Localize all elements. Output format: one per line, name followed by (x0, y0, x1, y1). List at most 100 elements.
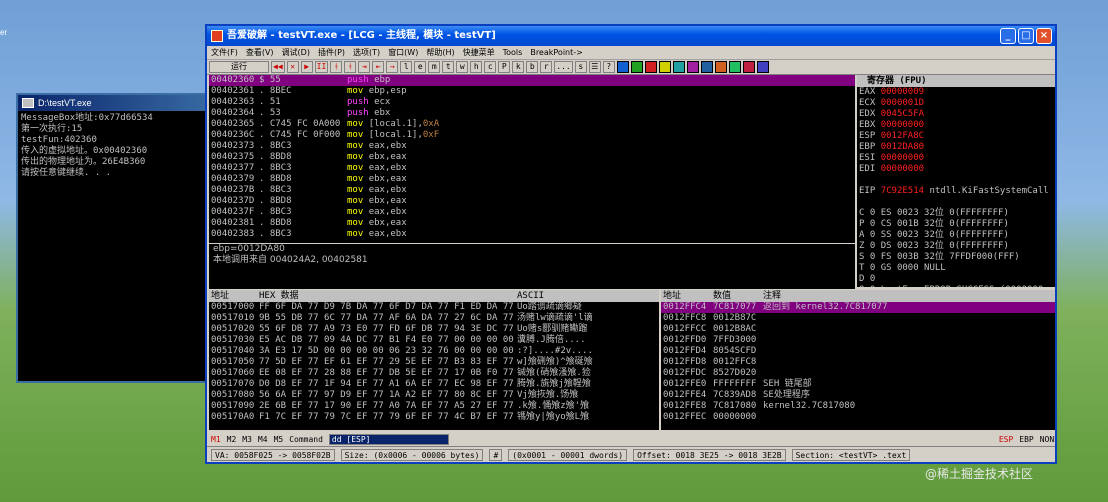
toolbar-button[interactable]: ᚼ (344, 61, 357, 73)
toolbar-button[interactable]: ◀◀ (271, 61, 285, 73)
toolbar-color-button[interactable] (714, 61, 727, 73)
toolbar-button[interactable]: ᚼ (330, 61, 343, 73)
toolbar-view-button[interactable]: t (442, 61, 455, 73)
close-button[interactable]: × (1036, 28, 1052, 44)
toolbar-color-button[interactable] (686, 61, 699, 73)
stack-mode-none[interactable]: NONE (1040, 435, 1055, 444)
minimize-button[interactable]: _ (1000, 28, 1016, 44)
toolbar-button[interactable]: ▶ (300, 61, 313, 73)
toolbar-view-button[interactable]: P (498, 61, 511, 73)
toolbar-button[interactable]: → (386, 61, 399, 73)
toolbar-view-button[interactable]: w (456, 61, 469, 73)
disasm-row[interactable]: 0040237F . 8BC3 mov eax,ebx (209, 207, 855, 218)
console-titlebar[interactable]: D:\testVT.exe (18, 95, 222, 111)
cpu-disassembly-pane[interactable]: 00402360 $ 55 push ebp 00402361 . 8BEC mov eb… (209, 75, 855, 243)
stack-row[interactable]: 0012FFD4 8054SCFD (661, 346, 1055, 357)
toolbar-color-button[interactable] (658, 61, 671, 73)
dump-row[interactable]: 00517060 EE 08 EF 77 28 88 EF 77 DB 5E EF… (209, 368, 659, 379)
disasm-row[interactable]: 00402373 . 8BC3 mov eax,ebx (209, 141, 855, 152)
register-row-eip[interactable]: EIP 7C92E514 ntdll.KiFastSystemCall (857, 186, 1055, 197)
toolbar-view-button[interactable]: k (512, 61, 525, 73)
stack-row[interactable]: 0012FFE0 FFFFFFFF SEH 链尾部 (661, 379, 1055, 390)
flag-row[interactable]: O 0 LastErr ERROR_SUCCESS (0000000 (857, 285, 1055, 287)
dump-tab-m1[interactable]: M1 (211, 435, 221, 444)
stack-row[interactable]: 0012FFDC 8527D020 (661, 368, 1055, 379)
register-row[interactable]: EDI 00000000 (857, 164, 1055, 175)
register-row[interactable]: EBX 00000000 (857, 120, 1055, 131)
flag-row[interactable]: C 0 ES 0023 32位 0(FFFFFFFF) (857, 208, 1055, 219)
menu-item[interactable]: 文件(F) (211, 47, 238, 58)
register-row[interactable]: EAX 00000009 (857, 87, 1055, 98)
debugger-titlebar[interactable]: 吾爱破解 - testVT.exe - [LCG - 主线程, 模块 - tes… (207, 26, 1055, 46)
toolbar-view-button[interactable]: e (414, 61, 427, 73)
stack-row[interactable]: 0012FFC4 7C817077 返回到 kernel32.7C817077 (661, 302, 1055, 313)
stack-row[interactable]: 0012FFEC 00000000 (661, 412, 1055, 423)
disasm-row[interactable]: 00402379 . 8BD8 mov ebx,eax (209, 174, 855, 185)
disasm-row[interactable]: 0040237D . 8BD8 mov ebx,eax (209, 196, 855, 207)
menu-item[interactable]: 插件(P) (318, 47, 345, 58)
toolbar-button[interactable]: II (314, 61, 329, 73)
dump-row[interactable]: 00517080 56 6A EF 77 97 D9 EF 77 1A A2 EF… (209, 390, 659, 401)
register-row[interactable]: EBP 0012DA80 (857, 142, 1055, 153)
toolbar-button[interactable]: ⇤ (372, 61, 385, 73)
toolbar-color-button[interactable] (672, 61, 685, 73)
disasm-row[interactable]: 00402361 . 8BEC mov ebp,esp (209, 86, 855, 97)
stack-mode-esp[interactable]: ESP (999, 435, 1013, 444)
toolbar-view-button[interactable]: b (526, 61, 539, 73)
toolbar-view-button[interactable]: r (540, 61, 553, 73)
registers-pane[interactable]: 寄存器 (FPU) EAX 00000009 ECX 0000001D EDX 00… (857, 75, 1055, 287)
stack-pane[interactable]: 地址 数值 注释 0012FFC4 7C817077 返回到 kernel32.7C… (661, 290, 1055, 430)
toolbar-view-button[interactable]: s (574, 61, 587, 73)
command-input[interactable]: dd [ESP] (328, 433, 449, 445)
stack-mode-ebp[interactable]: EBP (1019, 435, 1033, 444)
dump-header-address[interactable]: 地址 (209, 290, 259, 302)
disasm-row[interactable]: 00402363 . 51 push ecx (209, 97, 855, 108)
toolbar-view-button[interactable]: ... (554, 61, 573, 73)
stack-row[interactable]: 0012FFE4 7C839AD8 SE处理程序 (661, 390, 1055, 401)
flag-row[interactable]: A 0 SS 0023 32位 0(FFFFFFFF) (857, 230, 1055, 241)
maximize-button[interactable]: □ (1018, 28, 1034, 44)
toolbar-color-button[interactable] (700, 61, 713, 73)
memory-dump-pane[interactable]: 地址 HEX 数据 ASCII 00517000 FF 6F DA 77 D9 7… (209, 290, 659, 430)
disasm-row[interactable]: 00402375 . 8BD8 mov ebx,eax (209, 152, 855, 163)
dump-header-hex[interactable]: HEX 数据 (259, 290, 517, 302)
toolbar-view-button[interactable]: l (400, 61, 413, 73)
dump-row[interactable]: 00517050 77 5D EF 77 EF 61 EF 77 29 5E EF… (209, 357, 659, 368)
register-row[interactable]: ESP 0012FA8C (857, 131, 1055, 142)
stack-header-address[interactable]: 地址 (661, 290, 713, 302)
toolbar-color-button[interactable] (742, 61, 755, 73)
flag-row[interactable]: P 0 CS 001B 32位 0(FFFFFFFF) (857, 219, 1055, 230)
toolbar-color-button[interactable] (756, 61, 769, 73)
toolbar-color-button[interactable] (728, 61, 741, 73)
dump-tab-m3[interactable]: M3 (242, 435, 252, 444)
stack-header-value[interactable]: 数值 (713, 290, 763, 302)
disasm-row[interactable]: 00402383 . 8BC3 mov eax,ebx (209, 229, 855, 240)
flag-row[interactable]: D 0 (857, 274, 1055, 285)
toolbar-button[interactable]: ⇥ (358, 61, 371, 73)
disasm-row[interactable]: 00402377 . 8BC3 mov eax,ebx (209, 163, 855, 174)
dump-tab-m4[interactable]: M4 (258, 435, 268, 444)
toolbar-color-button[interactable] (644, 61, 657, 73)
stack-row[interactable]: 0012FFD0 7FFD3000 (661, 335, 1055, 346)
register-row[interactable]: ECX 0000001D (857, 98, 1055, 109)
menu-item[interactable]: 窗口(W) (388, 47, 418, 58)
flag-row[interactable]: S 0 FS 003B 32位 7FFDF000(FFF) (857, 252, 1055, 263)
register-row[interactable]: ESI 00000000 (857, 153, 1055, 164)
dump-header-ascii[interactable]: ASCII (517, 290, 659, 302)
disasm-row[interactable]: 0040237B . 8BC3 mov eax,ebx (209, 185, 855, 196)
menu-item[interactable]: 查看(V) (246, 47, 274, 58)
toolbar-view-button[interactable]: c (484, 61, 497, 73)
disasm-row[interactable]: 00402360 $ 55 push ebp (209, 75, 855, 86)
menu-item[interactable]: 快捷菜单 (463, 47, 495, 58)
toolbar-button[interactable]: ? (602, 61, 615, 73)
menu-item[interactable]: BreakPoint-> (530, 48, 583, 57)
disasm-row[interactable]: 00402365 . C745 FC 0A000 mov [local.1],0xA (209, 119, 855, 130)
disasm-row[interactable]: 00402364 . 53 push ebx (209, 108, 855, 119)
stack-header-comment[interactable]: 注释 (763, 290, 1055, 302)
dump-row[interactable]: 00517070 D0 D8 EF 77 1F 94 EF 77 A1 6A EF… (209, 379, 659, 390)
dump-row[interactable]: 00517020 55 6F DB 77 A9 73 E0 77 FD 6F DB… (209, 324, 659, 335)
stack-row[interactable]: 0012FFC8 0012B87C (661, 313, 1055, 324)
stack-row[interactable]: 0012FFCC 0012B8AC (661, 324, 1055, 335)
toolbar-color-button[interactable] (616, 61, 629, 73)
dump-row[interactable]: 00517030 E5 AC DB 77 09 4A DC 77 B1 F4 E0… (209, 335, 659, 346)
